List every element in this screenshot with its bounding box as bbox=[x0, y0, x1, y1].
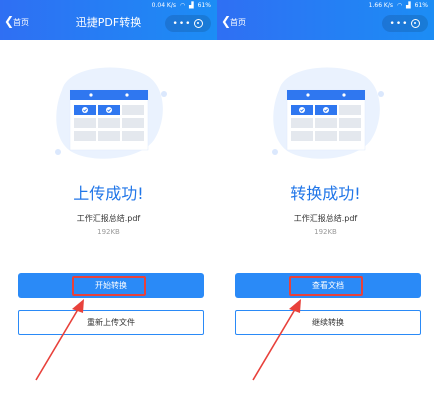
menu-capsule[interactable]: ••• bbox=[382, 15, 428, 32]
network-speed: 0.04 K/s bbox=[151, 2, 177, 9]
upload-success-text: 上传成功! bbox=[73, 184, 144, 203]
highlight-box bbox=[72, 276, 146, 296]
back-button-label[interactable]: 首页 bbox=[230, 17, 246, 28]
file-name: 工作汇报总结.pdf bbox=[76, 214, 141, 223]
wifi-icon: ◠ bbox=[179, 2, 186, 9]
app-header: 0.04 K/s ◠ ▟ 61% ❮ 首页 迅捷PDF转换 ••• bbox=[0, 0, 217, 40]
more-dots-icon[interactable]: ••• bbox=[390, 19, 409, 29]
file-size: 192KB bbox=[314, 228, 337, 236]
menu-capsule[interactable]: ••• bbox=[165, 15, 211, 32]
table-illustration bbox=[272, 67, 384, 159]
file-name: 工作汇报总结.pdf bbox=[293, 214, 358, 223]
right-screen: 1.66 K/s ◠ ▟ 61% ❮ 首页 ••• 转换成功! 工作汇报总结.p… bbox=[217, 0, 434, 400]
file-size: 192KB bbox=[97, 228, 120, 236]
app-header: 1.66 K/s ◠ ▟ 61% ❮ 首页 ••• bbox=[217, 0, 434, 40]
status-bar: 0.04 K/s ◠ ▟ 61% bbox=[150, 2, 211, 9]
battery-level: 61% bbox=[414, 2, 428, 9]
signal-icon: ▟ bbox=[189, 2, 194, 9]
target-icon[interactable] bbox=[411, 19, 421, 28]
left-screen: 0.04 K/s ◠ ▟ 61% ❮ 首页 迅捷PDF转换 ••• 上传成功! … bbox=[0, 0, 217, 400]
table-illustration bbox=[55, 67, 167, 159]
wifi-icon: ◠ bbox=[396, 2, 403, 9]
continue-convert-button[interactable]: 继续转换 bbox=[235, 310, 421, 335]
convert-success-text: 转换成功! bbox=[290, 184, 361, 203]
reupload-button[interactable]: 重新上传文件 bbox=[18, 310, 204, 335]
target-icon[interactable] bbox=[194, 19, 204, 28]
status-bar: 1.66 K/s ◠ ▟ 61% bbox=[367, 2, 428, 9]
signal-icon: ▟ bbox=[406, 2, 411, 9]
battery-level: 61% bbox=[197, 2, 211, 9]
highlight-box bbox=[289, 276, 363, 296]
network-speed: 1.66 K/s bbox=[368, 2, 394, 9]
more-dots-icon[interactable]: ••• bbox=[173, 19, 192, 29]
